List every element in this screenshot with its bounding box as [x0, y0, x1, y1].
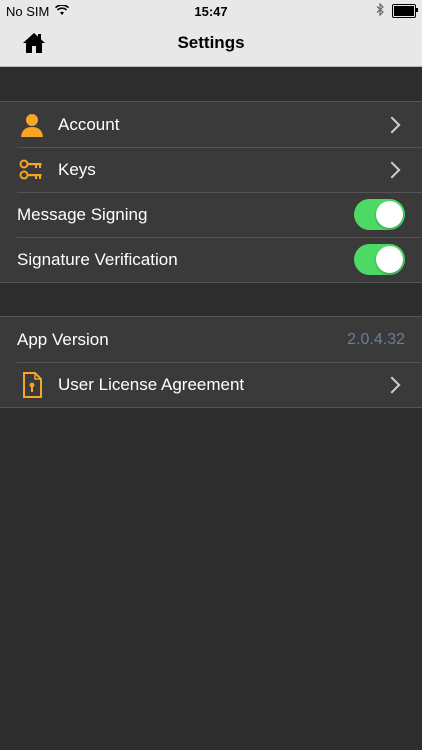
page-title: Settings: [177, 33, 245, 52]
signature-verification-toggle[interactable]: [354, 244, 405, 275]
signature-verification-row: Signature Verification: [0, 237, 422, 282]
message-signing-row: Message Signing: [0, 192, 422, 237]
message-signing-toggle[interactable]: [354, 199, 405, 230]
document-lock-icon: [18, 371, 46, 399]
account-row[interactable]: Account: [0, 102, 422, 147]
app-version-value: 2.0.4.32: [347, 330, 405, 348]
signature-verification-label: Signature Verification: [17, 249, 178, 269]
app-version-row: App Version 2.0.4.32: [0, 317, 422, 362]
toggle-knob: [376, 201, 403, 228]
keys-row[interactable]: Keys: [0, 147, 422, 192]
bluetooth-icon: [376, 2, 384, 19]
battery-icon: [392, 4, 418, 18]
account-label: Account: [58, 114, 120, 134]
navigation-bar: Settings: [0, 22, 422, 67]
message-signing-label: Message Signing: [17, 204, 148, 224]
settings-section-about: App Version 2.0.4.32 User License Agreem…: [0, 316, 422, 408]
user-license-row[interactable]: User License Agreement: [0, 362, 422, 407]
keys-label: Keys: [58, 159, 96, 179]
status-time: 15:47: [194, 4, 228, 19]
toggle-knob: [376, 246, 403, 273]
settings-section-main: Account Keys Message Signing Signature V…: [0, 101, 422, 283]
status-bar: No SIM 15:47: [0, 0, 422, 22]
user-license-label: User License Agreement: [58, 374, 245, 394]
app-version-label: App Version: [17, 329, 109, 349]
key-icon: [18, 156, 46, 184]
chevron-right-icon: [383, 376, 401, 393]
chevron-right-icon: [383, 161, 401, 178]
chevron-right-icon: [383, 116, 401, 133]
user-icon: [18, 111, 46, 139]
